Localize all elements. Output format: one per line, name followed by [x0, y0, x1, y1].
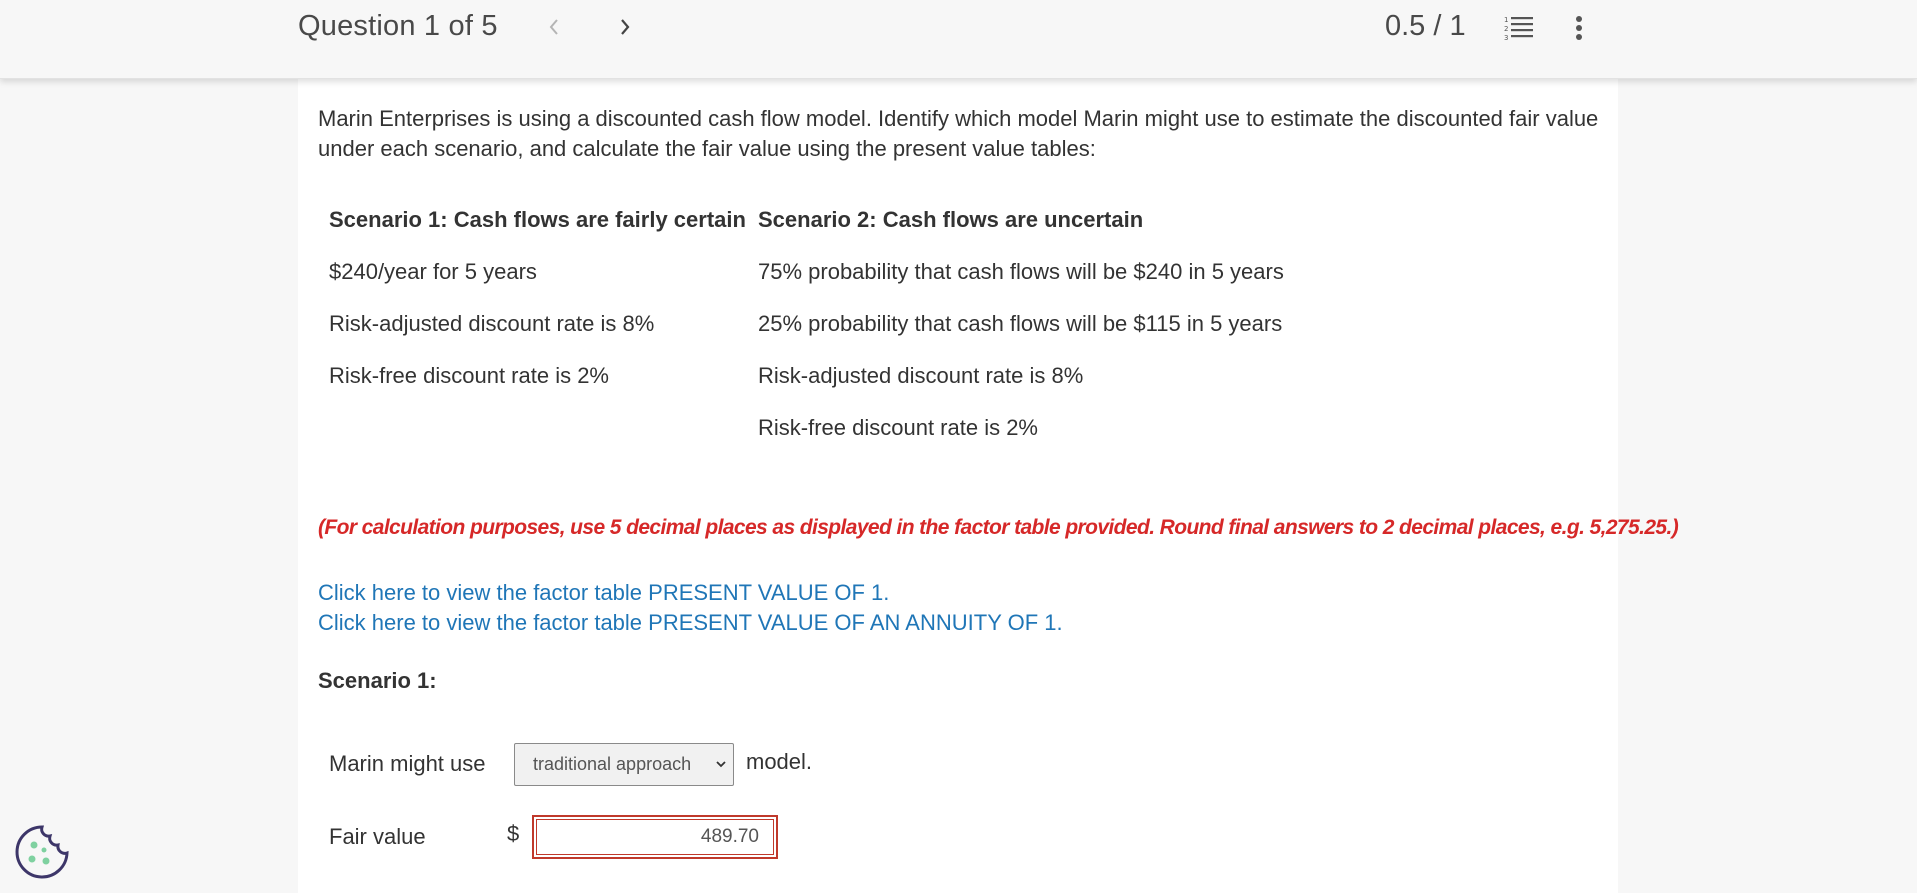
- question-list-button[interactable]: 1 2 3: [1503, 14, 1535, 47]
- scenario-1-heading: Scenario 1: Cash flows are fairly certai…: [329, 207, 746, 232]
- svg-text:1: 1: [1504, 16, 1508, 24]
- numbered-list-icon: 1 2 3: [1504, 16, 1533, 42]
- scenario-1-line: Risk-adjusted discount rate is 8%: [329, 311, 655, 336]
- scenario-1-answer-heading: Scenario 1:: [318, 668, 437, 693]
- score-display: 0.5 / 1: [1385, 10, 1466, 42]
- model-suffix: model.: [746, 749, 813, 774]
- cookie-settings-button[interactable]: [13, 823, 71, 886]
- question-content: Marin Enterprises is using a discounted …: [298, 78, 1679, 893]
- svg-text:2: 2: [1504, 25, 1508, 33]
- more-options-button[interactable]: [1574, 14, 1584, 47]
- question-counter: Question 1 of 5: [298, 10, 498, 42]
- scenario-2-column: Scenario 2: Cash flows are uncertain 75%…: [758, 205, 1284, 465]
- currency-symbol: $: [507, 821, 520, 846]
- fair-value-value: 489.70: [536, 819, 774, 855]
- scenario-1-line: $240/year for 5 years: [329, 259, 537, 284]
- calculation-instruction: (For calculation purposes, use 5 decimal…: [318, 516, 1679, 539]
- top-bar: Question 1 of 5 0.5 / 1 1 2 3: [0, 0, 1917, 79]
- scenario-2-line: 75% probability that cash flows will be …: [758, 259, 1284, 284]
- question-prompt: Marin Enterprises is using a discounted …: [318, 106, 1599, 161]
- model-select-value: traditional approach: [533, 754, 692, 774]
- scenario-1-column: Scenario 1: Cash flows are fairly certai…: [329, 205, 746, 413]
- vertical-ellipsis-icon: [1576, 16, 1582, 40]
- chevron-right-icon: [621, 19, 630, 35]
- next-question-button[interactable]: [610, 12, 640, 42]
- svg-text:3: 3: [1504, 34, 1508, 42]
- scenario-1-line: Risk-free discount rate is 2%: [329, 363, 609, 388]
- fair-value-input[interactable]: 489.70: [532, 815, 778, 859]
- scenario-2-line: 25% probability that cash flows will be …: [758, 311, 1283, 336]
- scenario-2-line: Risk-adjusted discount rate is 8%: [758, 363, 1084, 388]
- model-select[interactable]: traditional approach: [514, 743, 734, 786]
- present-value-annuity-link[interactable]: Click here to view the factor table PRES…: [318, 608, 1063, 638]
- present-value-of-1-link[interactable]: Click here to view the factor table PRES…: [318, 578, 1063, 608]
- scenario-2-heading: Scenario 2: Cash flows are uncertain: [758, 207, 1144, 232]
- fair-value-label: Fair value: [329, 824, 426, 849]
- factor-table-links: Click here to view the factor table PRES…: [318, 578, 1063, 638]
- model-label: Marin might use: [329, 751, 486, 776]
- chevron-down-icon: [716, 761, 726, 768]
- cookie-settings-icon: [15, 825, 69, 879]
- previous-question-button[interactable]: [539, 12, 569, 42]
- scenario-2-line: Risk-free discount rate is 2%: [758, 415, 1038, 440]
- chevron-left-icon: [549, 19, 558, 35]
